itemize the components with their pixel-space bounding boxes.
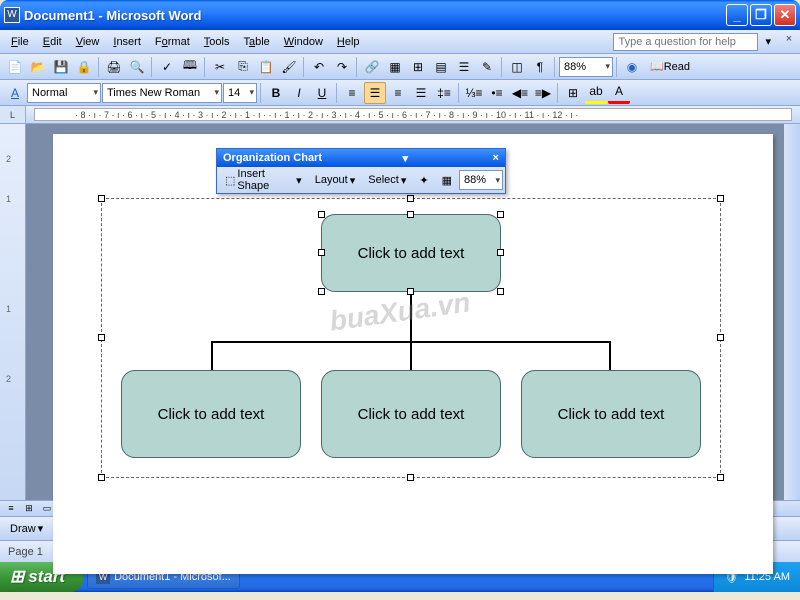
toolbar-options-icon[interactable]: ▾	[403, 152, 409, 165]
orgchart-connector	[609, 341, 611, 371]
menu-file[interactable]: File	[4, 34, 36, 50]
menu-edit[interactable]: Edit	[36, 34, 69, 50]
show-pilcrow-icon[interactable]: ¶	[529, 56, 551, 78]
orgchart-text[interactable]: Click to add text	[158, 406, 265, 423]
standard-toolbar: 📄 📂 💾 🔒 🖨 🔍 ✓ 🕮 ✂ ⎘ 📋 🖌 ↶ ↷ 🔗 ▦ ⊞ ▤ ☰ ✎ …	[0, 54, 800, 80]
decrease-indent-icon[interactable]: ◀≡	[509, 82, 531, 104]
menu-table[interactable]: Table	[236, 34, 276, 50]
help-search-input[interactable]	[613, 33, 758, 51]
orgchart-text[interactable]: Click to add text	[358, 245, 465, 262]
orgchart-zoom-select[interactable]: 88%	[459, 170, 503, 190]
formatting-toolbar: A Normal Times New Roman 14 B I U ≡ ☰ ≡ …	[0, 80, 800, 106]
status-page: Page 1	[8, 546, 43, 558]
normal-view-icon[interactable]: ≡	[2, 501, 20, 515]
underline-icon[interactable]: U	[311, 82, 333, 104]
tab-selector[interactable]: L	[0, 106, 26, 123]
undo-icon[interactable]: ↶	[308, 56, 330, 78]
insert-table-icon[interactable]: ⊞	[407, 56, 429, 78]
menubar-close-icon[interactable]: ×	[782, 33, 796, 51]
orgchart-toolbar[interactable]: Organization Chart ▾ × ⬚ Insert Shape ▾ …	[216, 148, 506, 194]
copy-icon[interactable]: ⎘	[232, 56, 254, 78]
font-color-icon[interactable]: A	[608, 82, 630, 104]
toolbar-close-icon[interactable]: ×	[493, 152, 499, 164]
orgchart-box-child1[interactable]: Click to add text	[121, 370, 301, 458]
columns-icon[interactable]: ☰	[453, 56, 475, 78]
autoformat-icon[interactable]: ✦	[413, 171, 434, 190]
orgchart-connector	[410, 292, 412, 342]
research-icon[interactable]: 🕮	[179, 56, 201, 78]
bullet-list-icon[interactable]: •≡	[486, 82, 508, 104]
horizontal-ruler[interactable]: · 8 · ı · 7 · ı · 6 · ı · 5 · ı · 4 · ı …	[34, 108, 792, 121]
orgchart-text[interactable]: Click to add text	[558, 406, 665, 423]
document-area: 2 1 1 2 Click to add text	[0, 124, 800, 500]
menu-insert[interactable]: Insert	[106, 34, 148, 50]
orgchart-box-child3[interactable]: Click to add text	[521, 370, 701, 458]
spellcheck-icon[interactable]: ✓	[156, 56, 178, 78]
align-center-icon[interactable]: ☰	[364, 82, 386, 104]
minimize-button[interactable]: _	[726, 4, 748, 26]
app-icon: W	[4, 7, 20, 23]
cut-icon[interactable]: ✂	[209, 56, 231, 78]
help-icon[interactable]: ◉	[621, 56, 643, 78]
layout-button[interactable]: Layout ▾	[309, 171, 362, 190]
web-view-icon[interactable]: ⊞	[20, 501, 38, 515]
orgchart-box-child2[interactable]: Click to add text	[321, 370, 501, 458]
close-button[interactable]: ✕	[774, 4, 796, 26]
format-painter-icon[interactable]: 🖌	[278, 56, 300, 78]
zoom-select[interactable]: 88%	[559, 57, 613, 77]
titlebar: W Document1 - Microsoft Word _ ❐ ✕	[0, 0, 800, 30]
line-spacing-icon[interactable]: ‡≡	[433, 82, 455, 104]
orgchart-connector	[211, 341, 213, 371]
vertical-scrollbar[interactable]	[784, 124, 800, 500]
read-button[interactable]: 📖 Read	[644, 56, 696, 78]
excel-icon[interactable]: ▤	[430, 56, 452, 78]
document-page[interactable]: Click to add text Click to add text Clic…	[53, 134, 773, 574]
menubar: File Edit View Insert Format Tools Table…	[0, 30, 800, 54]
text-wrap-icon[interactable]: ▦	[436, 171, 458, 190]
window-title: Document1 - Microsoft Word	[24, 8, 726, 23]
orgchart-text[interactable]: Click to add text	[358, 406, 465, 423]
borders-icon[interactable]: ⊞	[562, 82, 584, 104]
print-icon[interactable]: 🖨	[103, 56, 125, 78]
font-select[interactable]: Times New Roman	[102, 83, 222, 103]
align-left-icon[interactable]: ≡	[341, 82, 363, 104]
menu-format[interactable]: Format	[148, 34, 197, 50]
select-button[interactable]: Select ▾	[362, 171, 412, 190]
highlight-icon[interactable]: ab	[585, 82, 607, 104]
justify-icon[interactable]: ☰	[410, 82, 432, 104]
redo-icon[interactable]: ↷	[331, 56, 353, 78]
italic-icon[interactable]: I	[288, 82, 310, 104]
maximize-button[interactable]: ❐	[750, 4, 772, 26]
style-select[interactable]: Normal	[27, 83, 101, 103]
print-preview-icon[interactable]: 🔍	[126, 56, 148, 78]
hyperlink-icon[interactable]: 🔗	[361, 56, 383, 78]
paste-icon[interactable]: 📋	[255, 56, 277, 78]
drawing-icon[interactable]: ✎	[476, 56, 498, 78]
menu-tools[interactable]: Tools	[197, 34, 237, 50]
increase-indent-icon[interactable]: ≡▶	[532, 82, 554, 104]
save-icon[interactable]: 💾	[50, 56, 72, 78]
menu-view[interactable]: View	[69, 34, 107, 50]
font-size-select[interactable]: 14	[223, 83, 257, 103]
permissions-icon[interactable]: 🔒	[73, 56, 95, 78]
align-right-icon[interactable]: ≡	[387, 82, 409, 104]
orgchart-box-top[interactable]: Click to add text	[321, 214, 501, 292]
bold-icon[interactable]: B	[265, 82, 287, 104]
vertical-ruler[interactable]: 2 1 1 2	[0, 124, 26, 500]
styles-pane-icon[interactable]: A	[4, 82, 26, 104]
ruler-area: L · 8 · ı · 7 · ı · 6 · ı · 5 · ı · 4 · …	[0, 106, 800, 124]
menu-window[interactable]: Window	[277, 34, 330, 50]
orgchart-connector	[410, 341, 412, 371]
help-dropdown[interactable]: ▾	[758, 33, 778, 50]
draw-menu[interactable]: Draw ▾	[4, 519, 49, 538]
menu-help[interactable]: Help	[330, 34, 367, 50]
new-doc-icon[interactable]: 📄	[4, 56, 26, 78]
doc-map-icon[interactable]: ◫	[506, 56, 528, 78]
open-icon[interactable]: 📂	[27, 56, 49, 78]
tables-borders-icon[interactable]: ▦	[384, 56, 406, 78]
numbered-list-icon[interactable]: ⅓≡	[463, 82, 485, 104]
insert-shape-button[interactable]: ⬚ Insert Shape ▾	[219, 165, 308, 195]
